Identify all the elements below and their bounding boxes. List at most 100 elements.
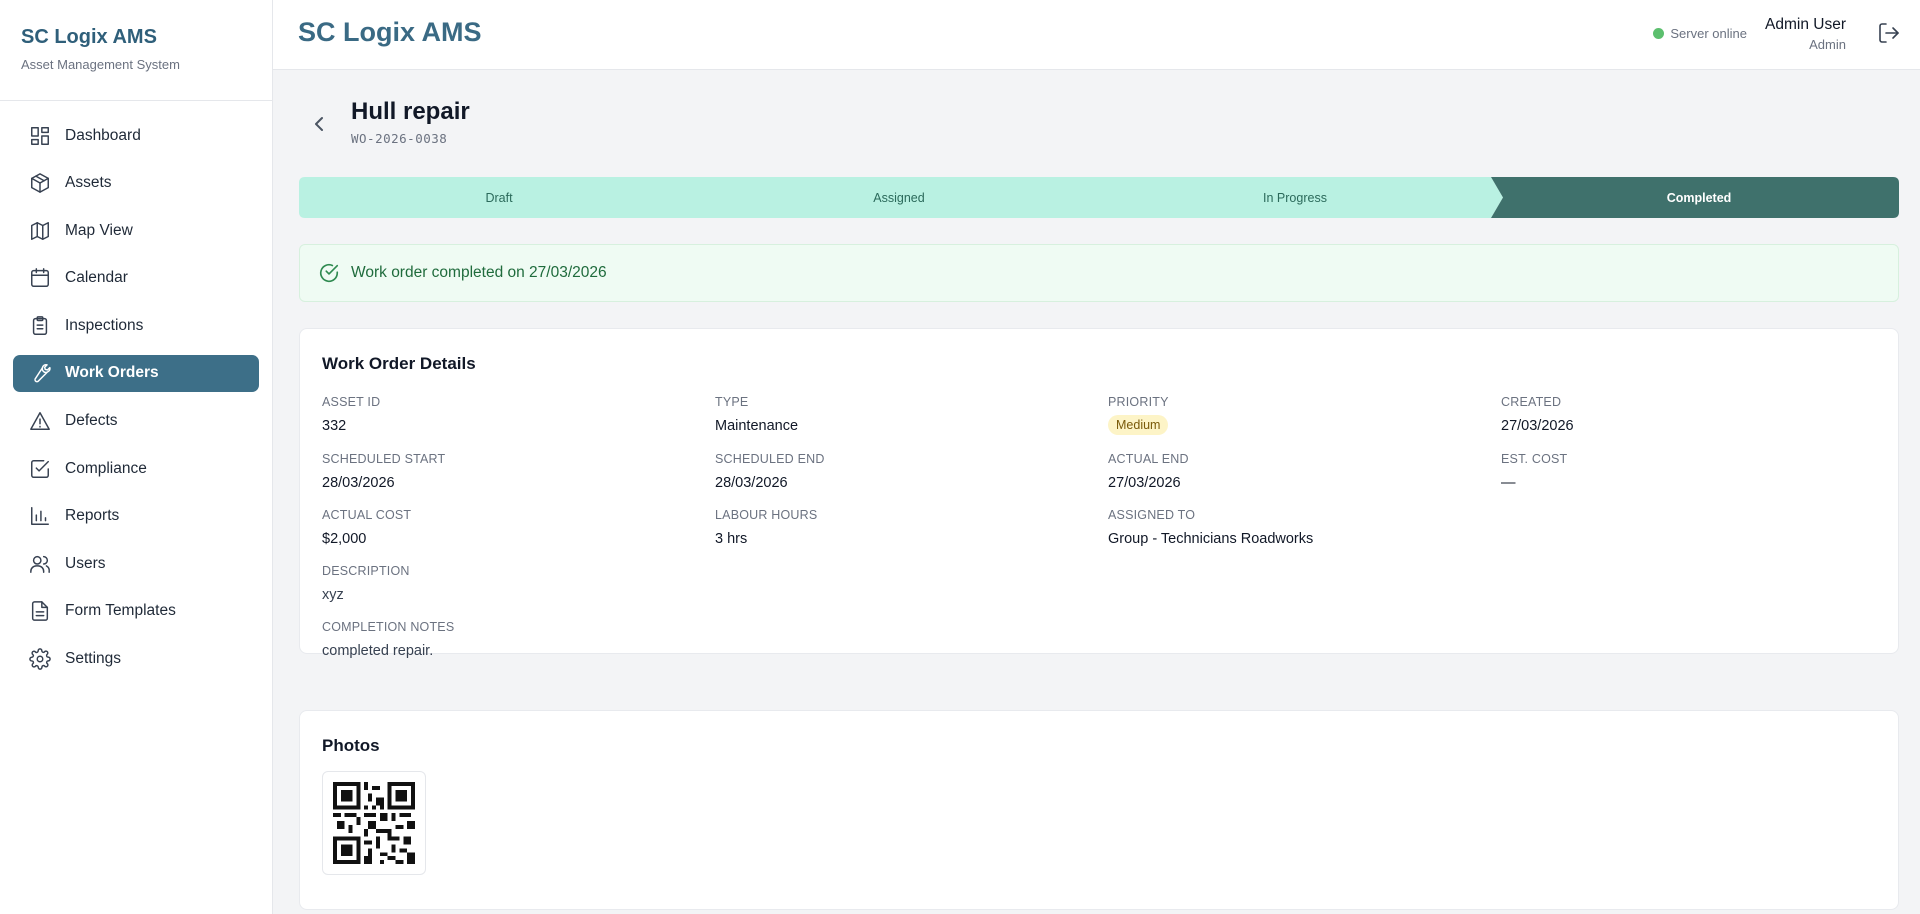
priority-badge: Medium — [1108, 415, 1169, 435]
gear-icon — [29, 648, 51, 670]
field-label: COMPLETION NOTES — [322, 620, 455, 634]
sidebar-item-label: Reports — [65, 507, 120, 525]
details-title: Work Order Details — [322, 354, 476, 373]
field-label: ASSIGNED TO — [1108, 508, 1196, 522]
field-scheduled-start: SCHEDULED START 28/03/2026 — [322, 452, 445, 491]
field-asset-id: ASSET ID 332 — [322, 395, 380, 434]
step-completed: Completed — [1666, 190, 1732, 205]
completion-banner-text: Work order completed on 27/03/2026 — [351, 264, 607, 281]
field-label: PRIORITY — [1108, 395, 1169, 409]
logout-icon — [1879, 23, 1899, 43]
sidebar-item-label: Inspections — [65, 316, 144, 334]
field-est-cost: EST. COST — — [1501, 452, 1567, 491]
field-value: $2,000 — [322, 531, 367, 547]
field-value: 28/03/2026 — [715, 475, 788, 491]
field-label: SCHEDULED START — [322, 452, 446, 466]
step-in-progress: In Progress — [1263, 190, 1327, 205]
field-label: DESCRIPTION — [322, 564, 410, 578]
qr-code-image — [333, 782, 415, 864]
field-value: xyz — [322, 587, 344, 603]
sidebar-item-label: Dashboard — [65, 126, 141, 144]
header-title: SC Logix AMS — [298, 17, 482, 47]
brand: SC Logix AMS Asset Management System — [0, 0, 272, 101]
work-order-number: WO-2026-0038 — [351, 131, 448, 146]
sidebar-item-label: Map View — [65, 221, 133, 239]
brand-subtitle: Asset Management System — [21, 57, 180, 72]
sidebar-item-label: Form Templates — [65, 602, 176, 620]
photos-card: Photos — [299, 710, 1899, 910]
field-actual-end: ACTUAL END 27/03/2026 — [1108, 452, 1189, 491]
server-status: Server online — [1653, 26, 1747, 41]
field-labour-hours: LABOUR HOURS 3 hrs — [715, 508, 817, 547]
photos-title: Photos — [322, 736, 380, 755]
map-icon — [31, 221, 49, 240]
sidebar-item-label: Defects — [65, 412, 118, 430]
field-description: DESCRIPTION xyz — [322, 564, 410, 603]
page-title: Hull repair — [351, 98, 470, 125]
field-actual-cost: ACTUAL COST $2,000 — [322, 508, 411, 547]
users-icon — [30, 555, 50, 573]
main-content: Hull repair WO-2026-0038 Draft Assigned … — [273, 70, 1920, 914]
field-assigned-to: ASSIGNED TO Group - Technicians Roadwork… — [1108, 508, 1313, 547]
sidebar-item-label: Users — [65, 554, 106, 572]
clipboard-icon — [32, 315, 48, 335]
sidebar-item-reports[interactable]: Reports — [13, 498, 259, 535]
field-value: 27/03/2026 — [1501, 418, 1574, 434]
sidebar-item-assets[interactable]: Assets — [13, 165, 259, 202]
step-assigned: Assigned — [873, 190, 925, 205]
field-label: ASSET ID — [322, 395, 381, 409]
document-icon — [31, 601, 49, 622]
status-dot-icon — [1653, 28, 1665, 39]
photo-thumbnail[interactable] — [322, 771, 426, 875]
brand-title: SC Logix AMS — [21, 26, 157, 48]
field-value: completed repair. — [322, 643, 434, 659]
sidebar-item-calendar[interactable]: Calendar — [13, 260, 259, 297]
field-value: 332 — [322, 418, 347, 434]
field-value: 27/03/2026 — [1108, 475, 1181, 491]
sidebar-item-work-orders[interactable]: Work Orders — [13, 354, 259, 392]
field-label: EST. COST — [1501, 452, 1568, 466]
sidebar-item-defects[interactable]: Defects — [13, 403, 259, 440]
field-priority: PRIORITY Medium — [1108, 395, 1169, 435]
field-type: TYPE Maintenance — [715, 395, 798, 434]
sidebar-item-compliance[interactable]: Compliance — [13, 450, 259, 487]
logout-button[interactable] — [1877, 21, 1901, 45]
sidebar-item-label: Work Orders — [65, 364, 159, 382]
box-icon — [31, 173, 49, 193]
dashboard-icon — [31, 126, 49, 145]
sidebar-item-label: Settings — [65, 650, 122, 668]
sidebar-item-label: Compliance — [65, 459, 147, 477]
status-stepper: Draft Assigned In Progress Completed — [299, 177, 1899, 218]
server-status-text: Server online — [1670, 26, 1747, 41]
sidebar-nav: Dashboard Assets Map View Calendar Inspe… — [0, 101, 272, 678]
sidebar-item-users[interactable]: Users — [13, 545, 259, 582]
chevron-left-icon — [315, 117, 323, 131]
user-role: Admin — [1809, 37, 1846, 52]
sidebar-item-settings[interactable]: Settings — [13, 641, 259, 678]
sidebar-item-dashboard[interactable]: Dashboard — [13, 117, 259, 154]
top-header: SC Logix AMS Server online Admin User Ad… — [273, 0, 1920, 70]
user-info: Admin User Admin — [1765, 16, 1846, 52]
field-value: Maintenance — [715, 418, 799, 434]
field-label: ACTUAL END — [1108, 452, 1189, 466]
completion-banner: Work order completed on 27/03/2026 — [299, 244, 1899, 302]
check-circle-icon — [319, 264, 339, 282]
sidebar: SC Logix AMS Asset Management System Das… — [0, 0, 273, 914]
sidebar-item-label: Assets — [65, 174, 112, 192]
sidebar-item-map-view[interactable]: Map View — [13, 212, 259, 249]
step-draft: Draft — [485, 190, 513, 205]
field-label: CREATED — [1501, 395, 1562, 409]
field-created: CREATED 27/03/2026 — [1501, 395, 1574, 434]
wrench-icon — [34, 364, 51, 383]
back-button[interactable] — [307, 112, 331, 136]
user-name: Admin User — [1765, 16, 1846, 33]
field-value: — — [1501, 475, 1516, 491]
calendar-icon — [31, 268, 49, 288]
sidebar-item-form-templates[interactable]: Form Templates — [13, 593, 259, 630]
checkbox-icon — [31, 459, 49, 478]
field-label: ACTUAL COST — [322, 508, 412, 522]
warning-triangle-icon — [30, 412, 50, 431]
sidebar-item-label: Calendar — [65, 269, 128, 287]
sidebar-item-inspections[interactable]: Inspections — [13, 307, 259, 344]
field-value: 3 hrs — [715, 531, 748, 547]
